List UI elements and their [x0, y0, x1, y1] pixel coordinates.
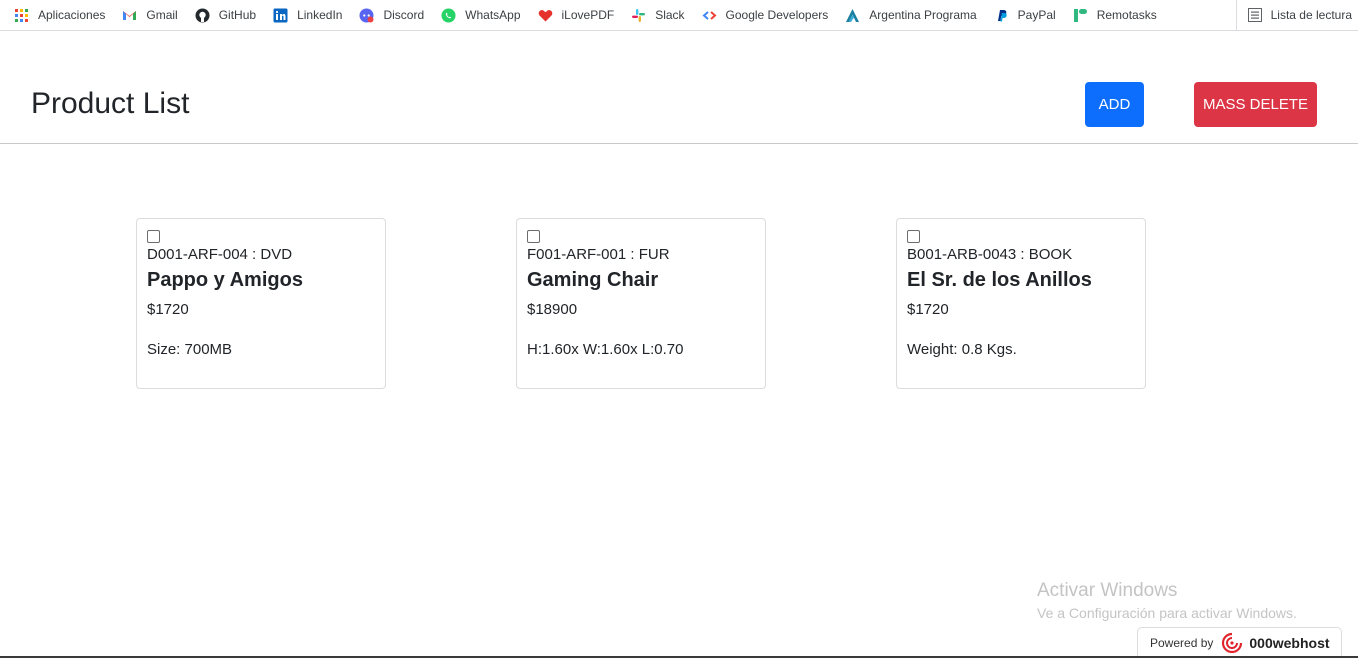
discord-icon — [359, 8, 374, 23]
ilovepdf-icon — [538, 8, 553, 23]
bookmark-label: LinkedIn — [297, 8, 343, 22]
powered-by-badge[interactable]: Powered by 000webhost — [1137, 627, 1342, 658]
delete-checkbox[interactable] — [147, 230, 160, 243]
add-button[interactable]: ADD — [1085, 82, 1144, 127]
linkedin-icon — [273, 8, 288, 23]
gmail-icon — [122, 8, 137, 23]
bookmark-paypal[interactable]: PayPal — [994, 8, 1056, 23]
bookmark-label: Discord — [383, 8, 425, 22]
watermark-title: Activar Windows — [1037, 580, 1178, 601]
slack-icon — [631, 8, 646, 23]
page-header: Product List ADD MASS DELETE — [0, 31, 1358, 144]
product-name: Gaming Chair — [527, 269, 659, 291]
000webhost-logo-icon — [1222, 632, 1243, 654]
whatsapp-icon — [441, 8, 456, 23]
bookmarks-bar: Aplicaciones Gmail GitHub LinkedIn Disco… — [0, 0, 1358, 31]
product-attribute: Size: 700MB — [147, 341, 233, 358]
watermark-subtitle: Ve a Configuración para activar Windows. — [1037, 605, 1297, 621]
bookmark-gmail[interactable]: Gmail — [122, 8, 178, 23]
google-developers-icon — [702, 8, 717, 23]
bookmark-remotasks[interactable]: Remotasks — [1073, 8, 1157, 23]
page-title: Product List — [31, 87, 190, 120]
remotasks-icon — [1073, 8, 1088, 23]
powered-by-brand: 000webhost — [1249, 635, 1330, 651]
reading-list-label: Lista de lectura — [1270, 8, 1352, 22]
github-icon — [195, 8, 210, 23]
paypal-icon — [994, 8, 1009, 23]
bookmark-label: Gmail — [146, 8, 178, 22]
bookmark-ilovepdf[interactable]: iLovePDF — [538, 8, 615, 23]
powered-by-label: Powered by — [1150, 636, 1214, 650]
product-sku-type: B001-ARB-0043 : BOOK — [907, 246, 1073, 263]
apps-grid-icon — [14, 8, 29, 23]
bookmark-discord[interactable]: Discord — [359, 8, 424, 23]
bookmark-label: Google Developers — [725, 8, 829, 22]
product-sku-type: F001-ARF-001 : FUR — [527, 246, 670, 263]
delete-checkbox[interactable] — [907, 230, 920, 243]
bookmark-label: Argentina Programa — [869, 8, 977, 22]
bookmark-label: Slack — [655, 8, 685, 22]
bookmark-label: Aplicaciones — [38, 8, 106, 22]
bookmark-aplicaciones[interactable]: Aplicaciones — [14, 8, 105, 23]
product-card: D001-ARF-004 : DVD Pappo y Amigos $1720 … — [136, 218, 386, 389]
product-attribute: H:1.60x W:1.60x L:0.70 — [527, 341, 684, 358]
mass-delete-button[interactable]: MASS DELETE — [1194, 82, 1317, 127]
bookmark-label: PayPal — [1017, 8, 1056, 22]
bookmark-label: WhatsApp — [465, 8, 521, 22]
reading-list-button[interactable]: Lista de lectura — [1235, 0, 1352, 30]
bookmark-whatsapp[interactable]: WhatsApp — [441, 8, 521, 23]
bookmark-argentina-programa[interactable]: Argentina Programa — [845, 8, 977, 23]
product-price: $1720 — [147, 301, 189, 318]
bookmark-label: GitHub — [218, 8, 257, 22]
product-price: $1720 — [907, 301, 949, 318]
reading-list-icon — [1247, 8, 1262, 22]
argentina-programa-icon — [845, 8, 860, 23]
product-attribute: Weight: 0.8 Kgs. — [907, 341, 1017, 358]
bookmark-linkedin[interactable]: LinkedIn — [273, 8, 342, 23]
product-card: B001-ARB-0043 : BOOK El Sr. de los Anill… — [896, 218, 1146, 389]
product-sku-type: D001-ARF-004 : DVD — [147, 246, 293, 263]
bookmark-github[interactable]: GitHub — [195, 8, 256, 23]
bookmark-label: Remotasks — [1096, 8, 1157, 22]
product-price: $18900 — [527, 301, 578, 318]
product-name: Pappo y Amigos — [147, 269, 303, 291]
bookmark-slack[interactable]: Slack — [631, 8, 685, 23]
product-card: F001-ARF-001 : FUR Gaming Chair $18900 H… — [516, 218, 766, 389]
windows-activation-watermark: Activar Windows Ve a Configuración para … — [1037, 580, 1297, 621]
bookmark-label: iLovePDF — [561, 8, 615, 22]
product-name: El Sr. de los Anillos — [907, 269, 1092, 291]
delete-checkbox[interactable] — [527, 230, 540, 243]
bookmark-google-developers[interactable]: Google Developers — [702, 8, 829, 23]
